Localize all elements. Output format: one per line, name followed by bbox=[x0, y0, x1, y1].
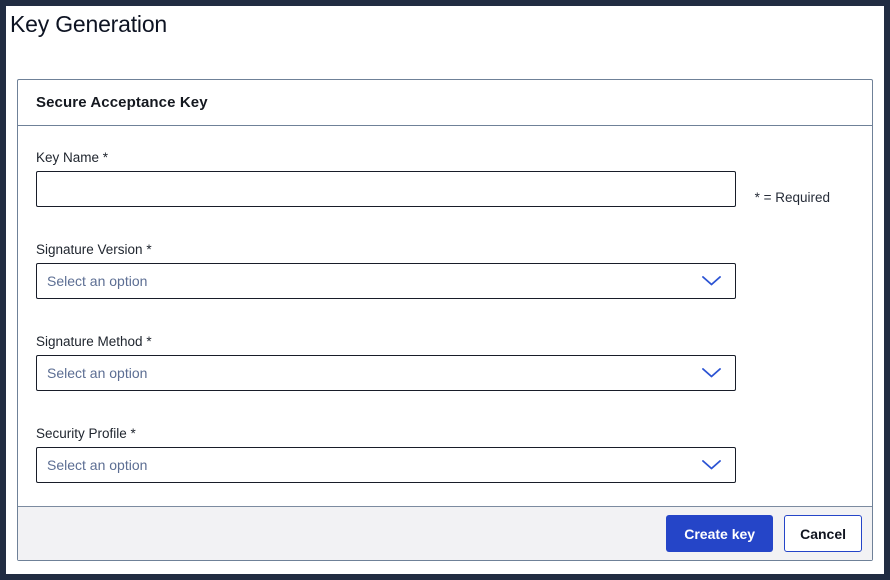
security-profile-placeholder: Select an option bbox=[47, 457, 147, 473]
page-title: Key Generation bbox=[10, 8, 167, 40]
chevron-down-icon bbox=[702, 460, 721, 470]
signature-version-select[interactable]: Select an option bbox=[36, 263, 736, 299]
field-security-profile: Security Profile * Select an option bbox=[36, 426, 854, 483]
field-signature-version: Signature Version * Select an option bbox=[36, 242, 854, 299]
cancel-button[interactable]: Cancel bbox=[784, 515, 862, 552]
key-generation-page: Key Generation Secure Acceptance Key * =… bbox=[0, 0, 890, 580]
chevron-down-icon bbox=[702, 276, 721, 286]
card-header: Secure Acceptance Key bbox=[18, 80, 872, 126]
create-key-button[interactable]: Create key bbox=[666, 515, 773, 552]
chevron-down-icon bbox=[702, 368, 721, 378]
signature-method-select[interactable]: Select an option bbox=[36, 355, 736, 391]
card-header-title: Secure Acceptance Key bbox=[36, 94, 208, 111]
security-profile-label: Security Profile * bbox=[36, 426, 854, 442]
field-key-name: Key Name * bbox=[36, 150, 854, 207]
signature-version-placeholder: Select an option bbox=[47, 273, 147, 289]
security-profile-select[interactable]: Select an option bbox=[36, 447, 736, 483]
secure-acceptance-key-card: Secure Acceptance Key * = Required Key N… bbox=[17, 79, 873, 561]
signature-method-placeholder: Select an option bbox=[47, 365, 147, 381]
key-name-label: Key Name * bbox=[36, 150, 854, 166]
card-footer: Create key Cancel bbox=[18, 506, 872, 560]
card-body: * = Required Key Name * Signature Versio… bbox=[18, 126, 872, 483]
signature-method-label: Signature Method * bbox=[36, 334, 854, 350]
signature-version-label: Signature Version * bbox=[36, 242, 854, 258]
required-note: * = Required bbox=[755, 190, 830, 205]
key-name-input[interactable] bbox=[36, 171, 736, 207]
field-signature-method: Signature Method * Select an option bbox=[36, 334, 854, 391]
